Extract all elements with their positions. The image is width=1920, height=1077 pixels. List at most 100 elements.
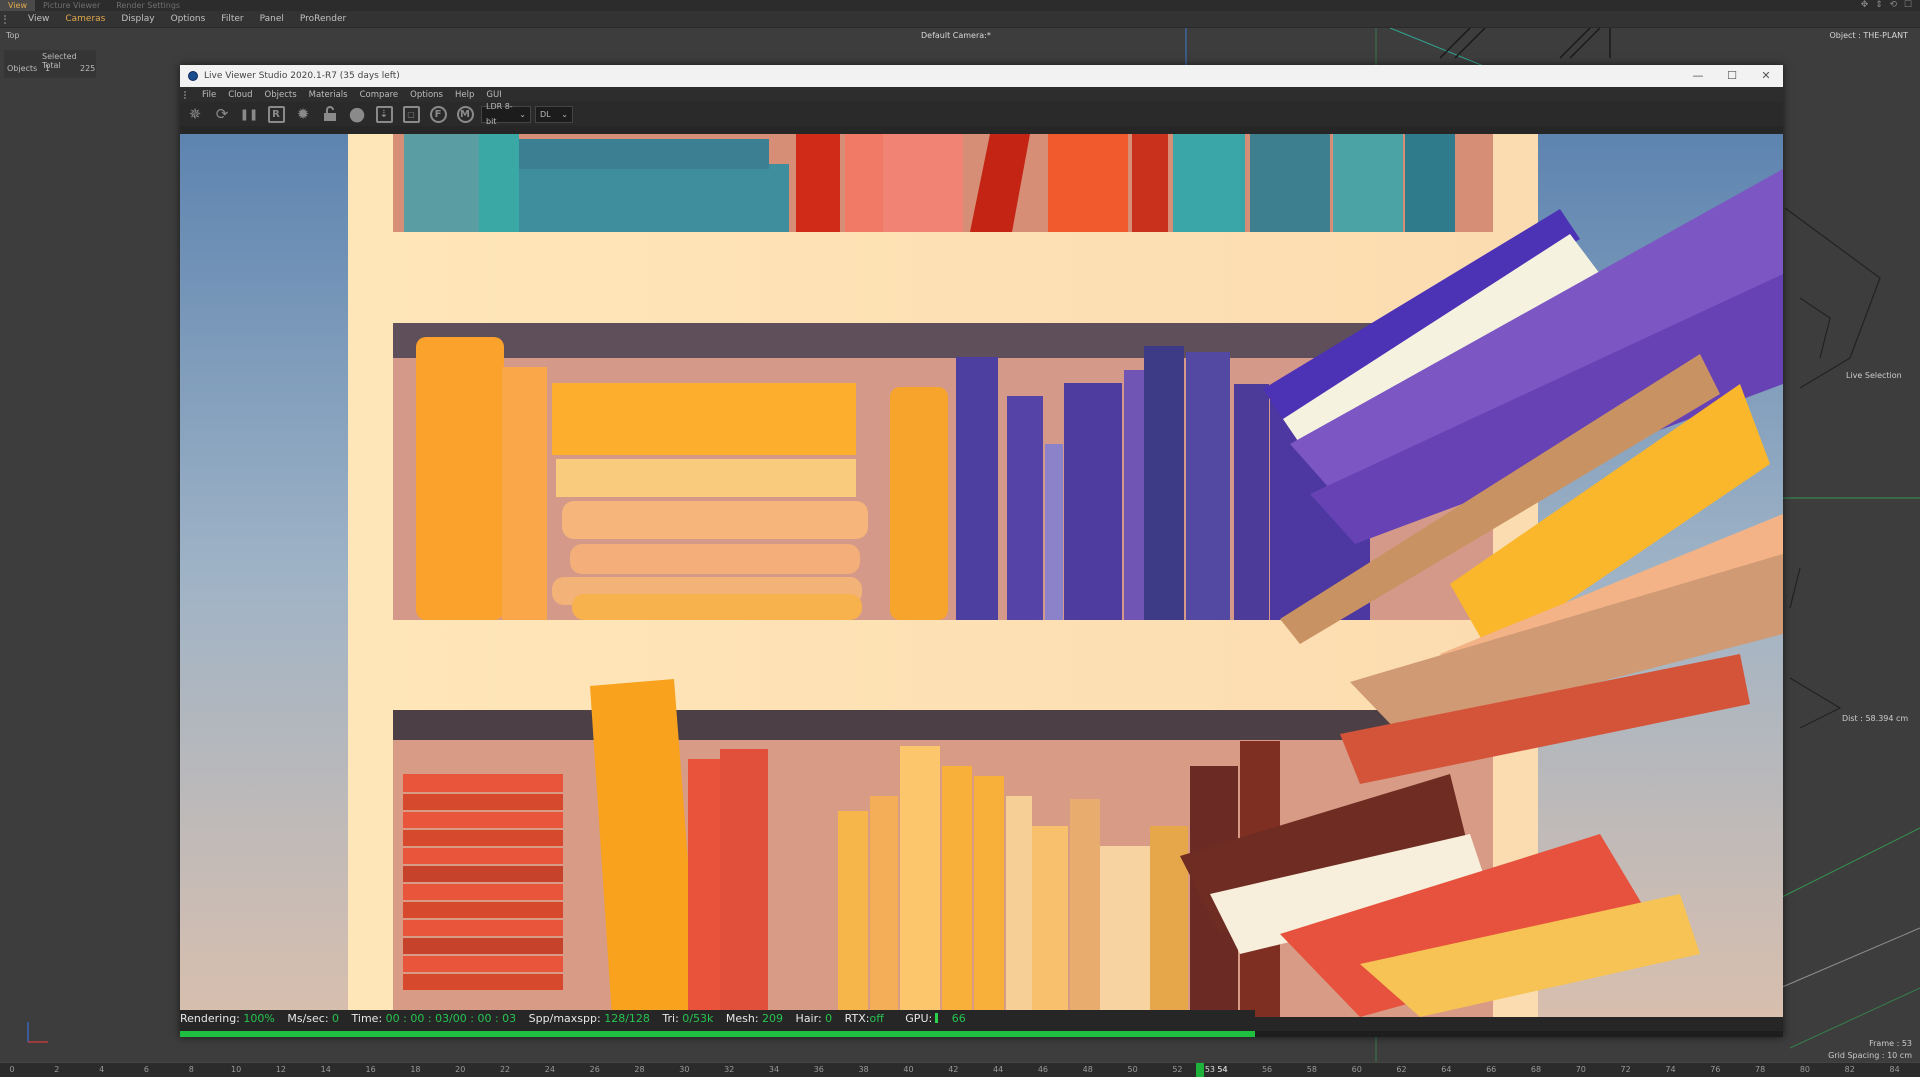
grid-spacing-readout: Grid Spacing : 10 cm [1828,1051,1912,1060]
timeline-tick: 18 [410,1065,421,1074]
settings-gear-icon[interactable]: ✹ [292,104,314,124]
kernel-select[interactable]: DL ⌄ [535,105,573,123]
kernel-value: DL [540,109,551,119]
viewport-nav-icons[interactable]: ✥ ⇕ ⟲ ☐ [1861,0,1914,11]
octane-logo-icon [188,71,198,81]
maximize-button[interactable]: ☐ [1715,65,1749,87]
viewport-view-label: Top [6,31,20,40]
menu-display[interactable]: Display [113,14,162,24]
stats-total: 225 [80,64,96,73]
menu-options[interactable]: Options [163,14,214,24]
timeline-tick: 16 [365,1065,376,1074]
menu-filter[interactable]: Filter [213,14,251,24]
time-value: 00 : 00 : 03/00 : 00 : 03 [385,1012,517,1025]
timeline-tick: 74 [1665,1065,1676,1074]
timeline-tick: 0 [9,1065,15,1074]
tri-value: 0/53k [682,1012,714,1025]
render-start-icon[interactable]: ✵ [184,104,206,124]
render-status-bar: Rendering: 100% Ms/sec: 0 Time: 00 : 00 … [180,1010,1255,1033]
timeline-tick: 2 [54,1065,60,1074]
lv-menu-options[interactable]: Options [404,90,449,100]
timeline-tick: 46 [1037,1065,1049,1074]
stats-row-label: Objects [7,64,38,73]
material-sphere-icon[interactable]: ● [346,103,368,125]
close-button[interactable]: ✕ [1749,65,1783,87]
render-progress-fill [180,1031,1255,1037]
chevron-down-icon: ⌄ [561,109,568,119]
timeline-tick: 62 [1396,1065,1407,1074]
rendering-value: 100% [243,1012,275,1025]
clay-icon[interactable]: ▢ [400,104,422,124]
lock-icon[interactable] [319,104,341,124]
top-tab-strip: View Picture Viewer Render Settings ✥ ⇕ … [0,0,1920,11]
timeline-tick: 26 [589,1065,600,1074]
timeline-tick: 52 [1172,1065,1183,1074]
grip-handle-icon[interactable] [4,14,14,24]
hair-label: Hair: [795,1012,822,1025]
timeline-tick: 50 [1127,1065,1138,1074]
mesh-label: Mesh: [725,1012,759,1025]
refresh-icon[interactable]: ⟳ [211,104,233,124]
live-selection-label: Live Selection [1846,371,1902,380]
live-viewer-titlebar[interactable]: Live Viewer Studio 2020.1-R7 (35 days le… [180,65,1783,87]
timeline-tick: 72 [1620,1065,1631,1074]
time-label: Time: [351,1012,383,1025]
distance-readout: Dist : 58.394 cm [1842,714,1909,723]
spp-value: 128/128 [604,1012,650,1025]
timeline-tick: 30 [679,1065,690,1074]
timeline-ruler[interactable]: 0 2 4 6 8 10 12 14 16 18 20 22 24 26 28 30 32 34 36 38 40 42 4… [0,1062,1920,1077]
timeline-tick: 42 [948,1065,959,1074]
gpu-usage-bar [935,1013,939,1023]
lv-menu-cloud[interactable]: Cloud [222,90,258,100]
timeline-tick: 64 [1441,1065,1452,1074]
bookshelf-render-graphic [180,134,1783,1017]
render-image[interactable] [180,134,1783,1017]
menu-view[interactable]: View [20,14,57,24]
colorspace-select[interactable]: LDR 8-bit ⌄ [481,102,531,126]
lv-menu-help[interactable]: Help [449,90,480,100]
live-viewer-toolbar: ✵ ⟳ ❚❚ R ✹ ● ⇣ ▢ F M LDR 8-bit ⌄ DL ⌄ [180,102,1783,126]
timeline-tick: 24 [544,1065,555,1074]
picker-glyph: M [456,105,474,123]
viewport-camera-label[interactable]: Default Camera:* [921,31,991,40]
tab-picture-viewer[interactable]: Picture Viewer [35,0,108,11]
minimize-button[interactable]: — [1681,65,1715,87]
tab-render-settings[interactable]: Render Settings [108,0,188,11]
region-letter: R [267,105,285,123]
timeline-tick: 58 [1306,1065,1317,1074]
lv-menu-materials[interactable]: Materials [303,90,354,100]
menu-prorender[interactable]: ProRender [292,14,354,24]
tab-view[interactable]: View [0,0,35,11]
region-icon[interactable]: R [265,104,287,124]
pause-icon[interactable]: ❚❚ [238,104,260,124]
live-viewer-window: Live Viewer Studio 2020.1-R7 (35 days le… [180,65,1783,1037]
focus-picker-icon[interactable]: F [427,104,449,124]
ms-value: 0 [332,1012,340,1025]
rendering-label: Rendering: [180,1012,240,1025]
lv-menu-objects[interactable]: Objects [259,90,303,100]
timeline-tick: 32 [724,1065,735,1074]
ms-label: Ms/sec: [287,1012,329,1025]
menu-cameras[interactable]: Cameras [57,14,113,24]
hair-value: 0 [825,1012,833,1025]
timeline-playhead[interactable] [1195,1063,1204,1077]
render-progress-track [180,1031,1783,1037]
viewport-object-label: Object : THE-PLANT [1829,31,1909,40]
object-stats-panel: Selected Total Objects 1 225 [4,50,96,78]
lv-menu-file[interactable]: File [196,90,222,100]
export-icon[interactable]: ⇣ [373,104,395,124]
gpu-label: GPU: [905,1012,933,1025]
clay-glyph: ▢ [402,105,420,123]
rtx-value: off [869,1012,884,1025]
grip-handle-icon[interactable] [184,90,192,99]
camera-suffix: :* [984,31,991,40]
timeline-tick: 28 [634,1065,645,1074]
timeline-tick: 60 [1351,1065,1362,1074]
timeline-tick: 80 [1799,1065,1811,1074]
lv-menu-compare[interactable]: Compare [354,90,405,100]
material-picker-icon[interactable]: M [454,104,476,124]
timeline-tick: 66 [1486,1065,1497,1074]
lv-menu-gui[interactable]: GUI [480,90,507,100]
menu-panel[interactable]: Panel [252,14,292,24]
focus-glyph: F [429,105,447,123]
